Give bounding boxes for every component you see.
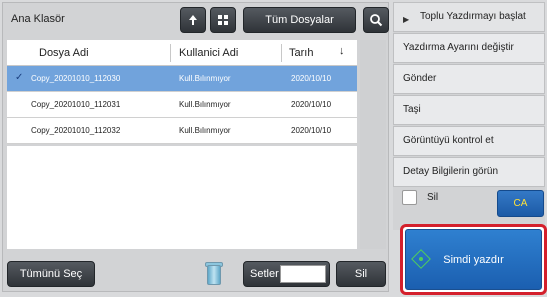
check-image-label: Görüntüyü kontrol et	[403, 135, 494, 146]
screen: Ana Klasör Tüm Dosyalar Dosya Adi Kullan…	[0, 0, 547, 297]
user-name-cell: Kull.Bılınmıyor	[179, 126, 231, 135]
scrollbar[interactable]	[360, 40, 386, 249]
move-label: Taşi	[403, 104, 421, 115]
view-details-label: Detay Bilgilerin görün	[403, 166, 499, 177]
start-batch-print-label: Toplu Yazdırmayı başlat	[420, 11, 526, 22]
table-row[interactable]: ✓ Copy_20201010_112030 Kull.Bılınmıyor 2…	[7, 66, 357, 92]
folder-up-button[interactable]	[180, 7, 206, 33]
delete-after-print-checkbox[interactable]	[402, 190, 417, 205]
file-name-cell: Copy_20201010_112030	[31, 74, 121, 83]
file-list-panel: Ana Klasör Tüm Dosyalar Dosya Adi Kullan…	[2, 2, 389, 292]
sets-input[interactable]	[280, 265, 326, 283]
column-header-date[interactable]: Tarıh	[289, 47, 313, 59]
column-header-file-name[interactable]: Dosya Adi	[39, 47, 89, 59]
table-empty-area	[7, 146, 357, 249]
search-icon	[370, 14, 383, 27]
user-name-cell: Kull.Bılınmıyor	[179, 74, 231, 83]
trash-icon[interactable]	[207, 265, 221, 285]
start-dot-icon	[419, 257, 423, 261]
file-table: Dosya Adi Kullanici Adi Tarıh ↓ ✓ Copy_2…	[7, 40, 357, 144]
view-details-item[interactable]: Detay Bilgilerin görün	[393, 157, 545, 187]
check-image-item[interactable]: Görüntüyü kontrol et	[393, 126, 545, 156]
table-header: Dosya Adi Kullanici Adi Tarıh ↓	[7, 40, 357, 66]
up-arrow-icon	[189, 15, 197, 25]
print-now-label: Simdi yazdır	[443, 253, 504, 266]
user-name-cell: Kull.Bılınmıyor	[179, 100, 231, 109]
grid-icon	[218, 15, 228, 25]
sets-label: Setler	[250, 268, 279, 280]
file-name-cell: Copy_20201010_112032	[31, 126, 121, 135]
date-cell: 2020/10/10	[291, 126, 332, 135]
column-header-user-name[interactable]: Kullanici Adi	[179, 47, 238, 59]
move-item[interactable]: Taşi	[393, 95, 545, 125]
table-row[interactable]: Copy_20201010_112031 Kull.Bılınmıyor 202…	[7, 92, 357, 118]
top-toolbar: Ana Klasör Tüm Dosyalar	[3, 3, 389, 37]
all-files-button[interactable]: Tüm Dosyalar	[243, 7, 356, 33]
column-divider	[281, 44, 282, 62]
delete-after-print-label: Sil	[427, 192, 439, 203]
change-print-settings-label: Yazdırma Ayarını değiştir	[403, 42, 514, 53]
date-cell: 2020/10/10	[291, 100, 332, 109]
file-name-cell: Copy_20201010_112031	[31, 100, 121, 109]
table-row[interactable]: Copy_20201010_112032 Kull.Bılınmıyor 202…	[7, 118, 357, 144]
change-print-settings-item[interactable]: Yazdırma Ayarını değiştir	[393, 33, 545, 63]
column-divider	[170, 44, 171, 62]
thumbnail-view-button[interactable]	[210, 7, 236, 33]
send-label: Gönder	[403, 73, 437, 84]
bottom-toolbar: Tümünü Seç Setler Sil	[3, 255, 388, 291]
select-all-button[interactable]: Tümünü Seç	[7, 261, 95, 287]
send-item[interactable]: Gönder	[393, 64, 545, 94]
delete-button[interactable]: Sil	[336, 261, 386, 287]
folder-label: Ana Klasör	[11, 13, 65, 25]
date-cell: 2020/10/10	[291, 74, 332, 83]
play-icon: ▶︎	[403, 15, 410, 24]
sets-button[interactable]: Setler	[243, 261, 330, 287]
start-batch-print-item[interactable]: ▶︎ Toplu Yazdırmayı başlat	[393, 2, 545, 32]
clear-all-button[interactable]: CA	[497, 190, 544, 217]
search-button[interactable]	[363, 7, 389, 33]
checkmark-icon: ✓	[15, 72, 24, 83]
sort-down-arrow-icon[interactable]: ↓	[339, 45, 345, 57]
